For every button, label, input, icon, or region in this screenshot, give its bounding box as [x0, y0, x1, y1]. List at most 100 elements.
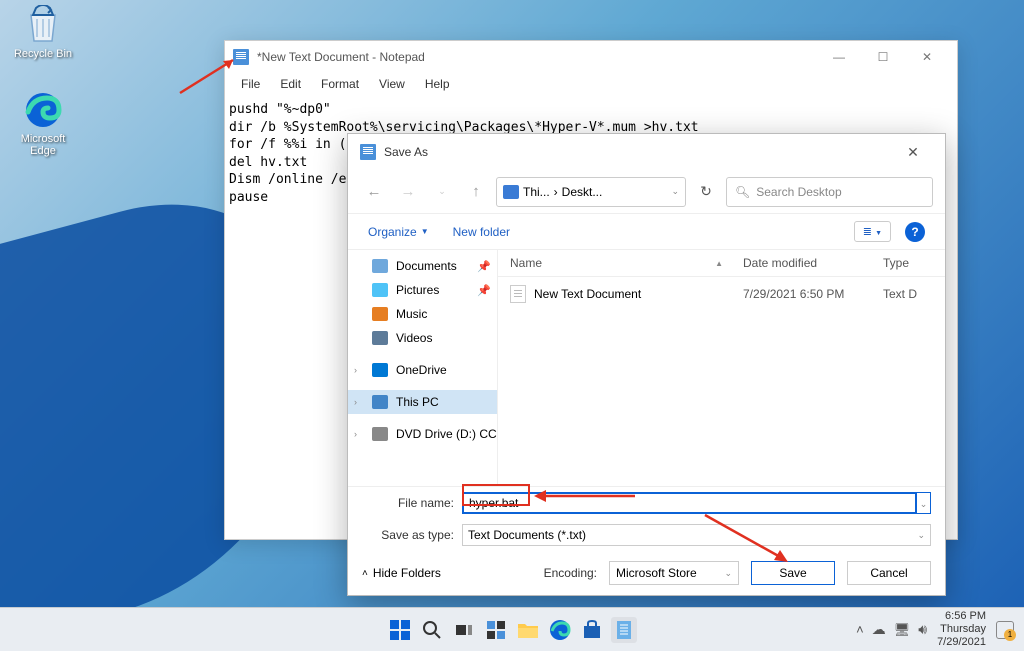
network-tray-icon[interactable]: 🖥︎	[894, 622, 911, 638]
chevron-right-icon[interactable]: ›	[354, 365, 357, 375]
volume-tray-icon[interactable]: 🔊︎	[918, 621, 927, 638]
new-folder-button[interactable]: New folder	[453, 225, 510, 239]
file-list-item[interactable]: New Text Document 7/29/2021 6:50 PM Text…	[498, 277, 945, 311]
notepad-icon	[360, 144, 376, 160]
pin-icon: 📌	[477, 284, 491, 297]
up-button[interactable]: ↑	[462, 178, 490, 206]
menu-view[interactable]: View	[369, 73, 415, 97]
save-as-footer: File name: ⌄ Save as type: Text Document…	[348, 486, 945, 595]
save-as-navbar: ← → ⌄ ↑ Thi... › Deskt... ⌄ ↻ 🔍︎ Search …	[348, 170, 945, 214]
save-as-titlebar[interactable]: Save As ✕	[348, 134, 945, 170]
clock-date: 7/29/2021	[937, 636, 986, 649]
file-type: Text D	[883, 287, 933, 301]
taskbar: ˄ ☁ 🖥︎ 🔊︎ 6:56 PM Thursday 7/29/2021	[0, 607, 1024, 651]
desktop-icon-edge[interactable]: Microsoft Edge	[8, 90, 78, 157]
search-button[interactable]	[419, 617, 445, 643]
sidebar-item-dvd[interactable]: ›DVD Drive (D:) CC	[348, 422, 497, 446]
back-button[interactable]: ←	[360, 178, 388, 206]
organize-button[interactable]: Organize▼	[368, 225, 429, 239]
chevron-up-icon: ˄	[362, 568, 368, 579]
help-button[interactable]: ?	[905, 222, 925, 242]
text-file-icon	[510, 285, 526, 303]
notepad-titlebar[interactable]: *New Text Document - Notepad — ☐ ✕	[225, 41, 957, 73]
music-icon	[372, 307, 388, 321]
tray-chevron-icon[interactable]: ˄	[856, 622, 864, 637]
edge-icon	[23, 90, 63, 130]
taskbar-center	[387, 617, 637, 643]
notepad-menubar: File Edit Format View Help	[225, 73, 957, 97]
view-options-button[interactable]: ≣ ▼	[854, 221, 891, 242]
filename-label: File name:	[362, 496, 462, 510]
menu-help[interactable]: Help	[415, 73, 460, 97]
file-date: 7/29/2021 6:50 PM	[743, 287, 883, 301]
refresh-button[interactable]: ↻	[692, 178, 720, 206]
breadcrumb[interactable]: Thi... › Deskt... ⌄	[496, 177, 686, 207]
save-as-dialog: Save As ✕ ← → ⌄ ↑ Thi... › Deskt... ⌄ ↻ …	[347, 133, 946, 596]
clock-day: Thursday	[937, 623, 986, 636]
documents-icon	[372, 259, 388, 273]
notepad-icon	[233, 49, 249, 65]
sidebar-item-pictures[interactable]: Pictures📌	[348, 278, 497, 302]
desktop-icon-label: Recycle Bin	[8, 48, 78, 60]
explorer-button[interactable]	[515, 617, 541, 643]
sidebar-item-onedrive[interactable]: ›OneDrive	[348, 358, 497, 382]
store-button[interactable]	[579, 617, 605, 643]
save-as-toolbar: Organize▼ New folder ≣ ▼ ?	[348, 214, 945, 250]
recent-dropdown[interactable]: ⌄	[428, 178, 456, 206]
save-button[interactable]: Save	[751, 561, 835, 585]
onedrive-tray-icon[interactable]: ☁	[872, 621, 886, 638]
forward-button[interactable]: →	[394, 178, 422, 206]
close-button[interactable]: ✕	[893, 137, 933, 167]
edge-taskbar-button[interactable]	[547, 617, 573, 643]
desktop-icon-label: Microsoft Edge	[8, 133, 78, 157]
sort-asc-icon: ▲	[715, 259, 723, 268]
search-placeholder: Search Desktop	[756, 185, 841, 199]
sidebar-item-videos[interactable]: Videos	[348, 326, 497, 350]
save-type-combo[interactable]: Text Documents (*.txt)⌄	[462, 524, 931, 546]
menu-format[interactable]: Format	[311, 73, 369, 97]
filename-dropdown-icon[interactable]: ⌄	[917, 492, 931, 514]
onedrive-icon	[372, 363, 388, 377]
widgets-button[interactable]	[483, 617, 509, 643]
start-button[interactable]	[387, 617, 413, 643]
notepad-taskbar-button[interactable]	[611, 617, 637, 643]
sidebar-item-documents[interactable]: Documents📌	[348, 254, 497, 278]
breadcrumb-dropdown-icon[interactable]: ⌄	[671, 186, 679, 197]
sidebar-item-this-pc[interactable]: ›This PC	[348, 390, 497, 414]
column-header-name[interactable]: Name▲	[510, 256, 743, 270]
videos-icon	[372, 331, 388, 345]
dvd-icon	[372, 427, 388, 441]
save-as-title-text: Save As	[384, 145, 428, 159]
breadcrumb-root: Thi...	[523, 185, 550, 199]
notifications-button[interactable]	[996, 621, 1014, 639]
chevron-right-icon[interactable]: ›	[354, 397, 357, 407]
maximize-button[interactable]: ☐	[861, 43, 905, 71]
minimize-button[interactable]: —	[817, 43, 861, 71]
column-header-type[interactable]: Type	[883, 256, 933, 270]
breadcrumb-current: Deskt...	[562, 185, 603, 199]
this-pc-icon	[372, 395, 388, 409]
save-type-label: Save as type:	[362, 528, 462, 542]
menu-file[interactable]: File	[231, 73, 270, 97]
cancel-button[interactable]: Cancel	[847, 561, 931, 585]
task-view-button[interactable]	[451, 617, 477, 643]
desktop-icon-recycle-bin[interactable]: Recycle Bin	[8, 5, 78, 60]
filename-input[interactable]	[462, 492, 917, 514]
save-as-file-list: Name▲ Date modified Type New Text Docume…	[498, 250, 945, 486]
search-icon: 🔍︎	[735, 185, 750, 199]
chevron-right-icon[interactable]: ›	[354, 429, 357, 439]
search-input[interactable]: 🔍︎ Search Desktop	[726, 177, 933, 207]
column-header-date[interactable]: Date modified	[743, 256, 883, 270]
taskbar-tray: ˄ ☁ 🖥︎ 🔊︎ 6:56 PM Thursday 7/29/2021	[846, 610, 1024, 650]
encoding-label: Encoding:	[544, 566, 597, 580]
menu-edit[interactable]: Edit	[270, 73, 311, 97]
hide-folders-button[interactable]: ˄Hide Folders	[362, 566, 441, 580]
encoding-combo[interactable]: Microsoft Store⌄	[609, 561, 739, 585]
sidebar-item-music[interactable]: Music	[348, 302, 497, 326]
this-pc-icon	[503, 185, 519, 199]
close-button[interactable]: ✕	[905, 43, 949, 71]
clock-time: 6:56 PM	[937, 610, 986, 623]
notepad-title-text: *New Text Document - Notepad	[257, 50, 425, 64]
pictures-icon	[372, 283, 388, 297]
taskbar-clock[interactable]: 6:56 PM Thursday 7/29/2021	[937, 610, 986, 650]
